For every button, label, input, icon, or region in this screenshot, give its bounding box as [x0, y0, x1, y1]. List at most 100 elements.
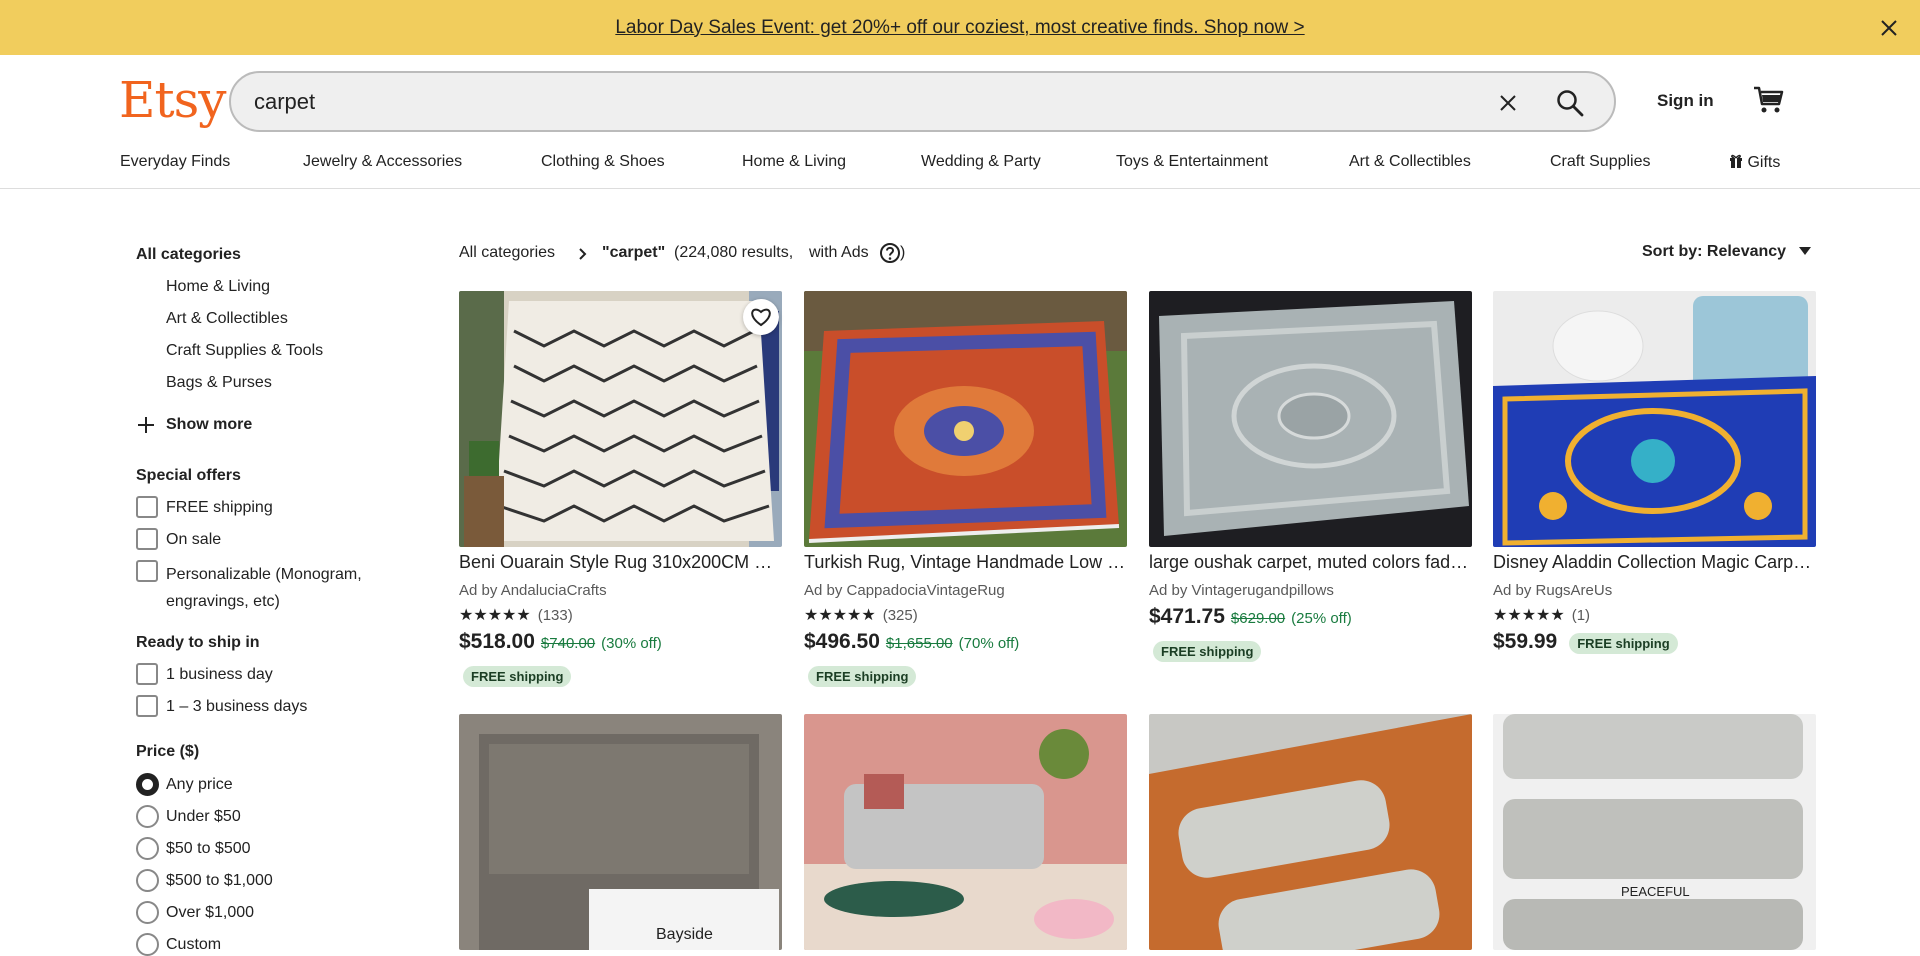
ready-to-ship-heading: Ready to ship in	[136, 634, 260, 651]
500-to-1000-label[interactable]: $500 to $1,000	[166, 870, 416, 892]
on-sale-checkbox[interactable]	[136, 528, 158, 550]
results-close-paren: )	[900, 244, 906, 261]
results-count: (224,080 results,	[674, 244, 794, 261]
review-count: (325)	[882, 607, 918, 624]
show-more-label: Show more	[166, 416, 253, 433]
search-input[interactable]	[254, 87, 1454, 117]
category-link-bags-purses[interactable]: Bags & Purses	[166, 374, 272, 392]
nav-everyday-finds[interactable]: Everyday Finds	[120, 153, 230, 171]
search-button[interactable]	[1551, 84, 1589, 122]
breadcrumb-all-categories[interactable]: All categories	[459, 244, 555, 262]
over-1000-label[interactable]: Over $1,000	[166, 902, 416, 924]
search-icon	[1557, 90, 1584, 117]
free-shipping-label[interactable]: FREE shipping	[166, 497, 416, 519]
rug-photo-turkish	[804, 291, 1127, 547]
nav-wedding-party[interactable]: Wedding & Party	[921, 153, 1041, 171]
close-icon	[1500, 95, 1516, 111]
personalizable-label[interactable]: Personalizable (Monogram, engravings, et…	[166, 561, 416, 615]
star-rating: ★★★★★ (325)	[804, 607, 918, 624]
listing-image[interactable]	[804, 291, 1127, 547]
free-shipping-badge: FREE shipping	[1569, 633, 1678, 654]
stair-tread-photo-bayside: Bayside	[459, 714, 782, 950]
listing-shop: Ad by AndaluciaCrafts	[459, 582, 607, 599]
one-to-three-days-checkbox[interactable]	[136, 695, 158, 717]
sale-price: $496.50	[804, 630, 880, 653]
category-link-art-collectibles[interactable]: Art & Collectibles	[166, 310, 288, 328]
discount: (70% off)	[958, 635, 1020, 652]
favorite-button[interactable]	[743, 299, 779, 335]
help-icon[interactable]	[879, 242, 901, 264]
listing-shop: Ad by CappadociaVintageRug	[804, 582, 1005, 599]
nav-art-collectibles[interactable]: Art & Collectibles	[1349, 153, 1471, 171]
price-row: $496.50 $1,655.00 (70% off)	[804, 630, 1019, 654]
sale-price: $471.75	[1149, 605, 1225, 628]
free-shipping-checkbox[interactable]	[136, 496, 158, 518]
on-sale-label[interactable]: On sale	[166, 529, 416, 551]
cart-button[interactable]	[1752, 82, 1786, 116]
original-price: $1,655.00	[885, 635, 953, 652]
nav-toys-entertainment[interactable]: Toys & Entertainment	[1116, 153, 1268, 171]
custom-price-label[interactable]: Custom	[166, 934, 416, 956]
living-room-rug-photo	[804, 714, 1127, 950]
category-link-home-living[interactable]: Home & Living	[166, 278, 270, 296]
star-rating: ★★★★★ (133)	[459, 607, 573, 624]
listing-image[interactable]	[804, 714, 1127, 950]
sign-in-link[interactable]: Sign in	[1657, 91, 1714, 111]
listing-image[interactable]	[1149, 291, 1472, 547]
listing-title[interactable]: Disney Aladdin Collection Magic Carpet A…	[1493, 552, 1816, 573]
nav-gifts-label: Gifts	[1747, 154, 1781, 171]
one-to-three-days-label[interactable]: 1 – 3 business days	[166, 696, 416, 718]
50-to-500-label[interactable]: $50 to $500	[166, 838, 416, 860]
listing-shop: Ad by Vintagerugandpillows	[1149, 582, 1334, 599]
one-business-day-checkbox[interactable]	[136, 663, 158, 685]
one-business-day-label[interactable]: 1 business day	[166, 664, 416, 686]
nav-jewelry-accessories[interactable]: Jewelry & Accessories	[303, 153, 462, 171]
500-to-1000-radio[interactable]	[136, 869, 159, 892]
heart-icon	[751, 308, 771, 327]
any-price-label[interactable]: Any price	[166, 774, 416, 796]
nav-home-living[interactable]: Home & Living	[742, 153, 846, 171]
etsy-logo[interactable]: Etsy	[119, 71, 226, 129]
free-shipping-badge: FREE shipping	[1153, 641, 1262, 662]
listing-image[interactable]	[459, 291, 782, 547]
rug-photo-aladdin	[1493, 291, 1816, 547]
listing-title[interactable]: Turkish Rug, Vintage Handmade Low Pile C…	[804, 552, 1127, 573]
rug-photo-beni-ouarain	[459, 291, 782, 547]
category-link-craft-supplies[interactable]: Craft Supplies & Tools	[166, 342, 323, 360]
listing-image[interactable]	[1493, 291, 1816, 547]
nav-craft-supplies[interactable]: Craft Supplies	[1550, 153, 1651, 171]
under-50-radio[interactable]	[136, 805, 159, 828]
discount: (30% off)	[601, 635, 662, 652]
price-row: $518.00 $740.00 (30% off)	[459, 630, 662, 654]
free-shipping-badge: FREE shipping	[463, 666, 572, 687]
category-nav: Everyday Finds Jewelry & Accessories Clo…	[0, 135, 1920, 189]
star-icon: ★★★★★	[1493, 606, 1565, 624]
promo-banner-link[interactable]: Labor Day Sales Event: get 20%+ off our …	[615, 17, 1304, 39]
listing-image[interactable]: Bayside	[459, 714, 782, 950]
any-price-radio[interactable]	[136, 773, 159, 796]
sort-dropdown[interactable]: Sort by: Relevancy	[1642, 243, 1811, 261]
close-banner-button[interactable]	[1874, 13, 1904, 43]
nav-gifts[interactable]: Gifts	[1729, 153, 1780, 172]
clear-search-button[interactable]	[1493, 88, 1523, 118]
discount: (25% off)	[1291, 610, 1352, 627]
free-shipping-badge: FREE shipping	[808, 666, 917, 687]
sort-label: Sort by: Relevancy	[1642, 243, 1787, 260]
personalizable-checkbox[interactable]	[136, 560, 158, 582]
close-icon	[1881, 20, 1897, 36]
review-count: (1)	[1571, 607, 1591, 624]
under-50-label[interactable]: Under $50	[166, 806, 416, 828]
star-icon: ★★★★★	[459, 606, 531, 624]
nav-clothing-shoes[interactable]: Clothing & Shoes	[541, 153, 665, 171]
listing-title[interactable]: Beni Ouarain Style Rug 310x200CM Morocca…	[459, 552, 782, 573]
50-to-500-radio[interactable]	[136, 837, 159, 860]
listing-shop: Ad by RugsAreUs	[1493, 582, 1613, 599]
listing-image[interactable]	[1149, 714, 1472, 950]
custom-price-radio[interactable]	[136, 933, 159, 956]
all-categories-heading[interactable]: All categories	[136, 246, 241, 264]
rug-photo-oushak	[1149, 291, 1472, 547]
listing-image[interactable]: PEACEFUL	[1493, 714, 1816, 950]
listing-title[interactable]: large oushak carpet, muted colors faded …	[1149, 552, 1472, 573]
over-1000-radio[interactable]	[136, 901, 159, 924]
bayside-label: Bayside	[656, 926, 713, 943]
